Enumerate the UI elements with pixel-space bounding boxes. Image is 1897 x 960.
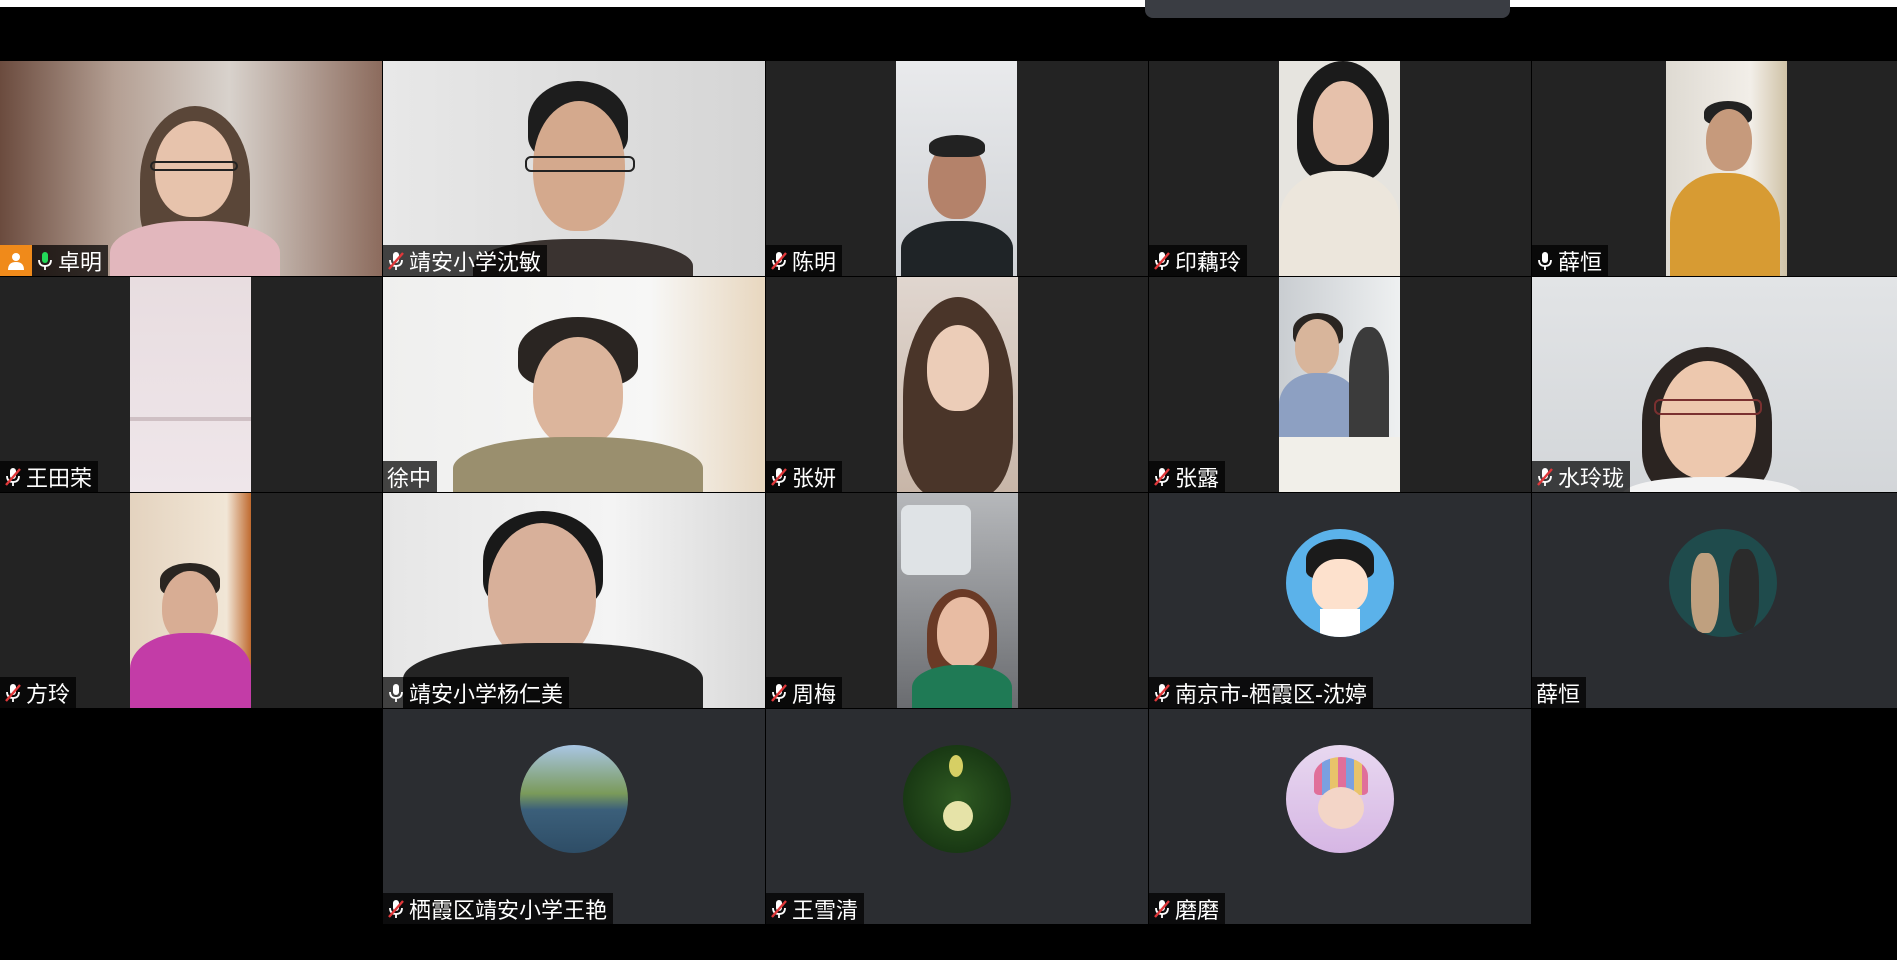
participant-tile-wangtianrong[interactable]: 王田荣 bbox=[0, 277, 382, 492]
mic-muted-icon bbox=[4, 683, 22, 703]
participant-name-tag: 卓明 bbox=[0, 245, 109, 276]
video-feed bbox=[130, 277, 251, 492]
participant-tile-yangrenmei[interactable]: 靖安小学杨仁美 bbox=[383, 493, 765, 708]
participant-name: 卓明 bbox=[58, 250, 103, 276]
participant-name: 张露 bbox=[1175, 466, 1220, 492]
participant-name-tag: 靖安小学沈敏 bbox=[383, 245, 548, 276]
participant-name: 方玲 bbox=[26, 682, 71, 708]
participant-tile-wangyan[interactable]: 栖霞区靖安小学王艳 bbox=[383, 709, 765, 924]
participant-name-tag: 印藕玲 bbox=[1149, 245, 1248, 276]
participant-name: 栖霞区靖安小学王艳 bbox=[409, 898, 608, 924]
participant-name-tag: 磨磨 bbox=[1149, 893, 1226, 924]
mic-muted-icon bbox=[387, 899, 405, 919]
participant-name-tag: 张露 bbox=[1149, 461, 1226, 492]
mic-muted-icon bbox=[770, 899, 788, 919]
host-person-icon bbox=[0, 245, 32, 276]
participant-tile-xueheng-2[interactable]: 薛恒 bbox=[1532, 493, 1897, 708]
mic-icon bbox=[387, 683, 405, 703]
participant-tile-zhoumei[interactable]: 周梅 bbox=[766, 493, 1148, 708]
participant-tile-shenting[interactable]: 南京市-栖霞区-沈婷 bbox=[1149, 493, 1531, 708]
participant-tile-wangxueqing[interactable]: 王雪清 bbox=[766, 709, 1148, 924]
video-feed bbox=[897, 277, 1018, 492]
participant-name: 徐中 bbox=[387, 466, 432, 492]
participant-tile-yinouling[interactable]: 印藕玲 bbox=[1149, 61, 1531, 276]
participant-tile-shenmin[interactable]: 靖安小学沈敏 bbox=[383, 61, 765, 276]
mic-muted-icon bbox=[1153, 467, 1171, 487]
participant-tile-fangling[interactable]: 方玲 bbox=[0, 493, 382, 708]
mic-icon bbox=[1536, 251, 1554, 271]
participant-tile-chenming[interactable]: 陈明 bbox=[766, 61, 1148, 276]
participant-name: 南京市-栖霞区-沈婷 bbox=[1175, 682, 1367, 708]
video-feed bbox=[896, 61, 1017, 276]
video-feed bbox=[1279, 277, 1400, 492]
participant-name-tag: 方玲 bbox=[0, 677, 77, 708]
participant-name: 靖安小学沈敏 bbox=[409, 250, 542, 276]
participant-tile-xueheng[interactable]: 薛恒 bbox=[1532, 61, 1897, 276]
participant-avatar bbox=[1286, 745, 1394, 853]
participant-name-tag: 周梅 bbox=[766, 677, 843, 708]
participant-name: 薛恒 bbox=[1558, 250, 1603, 276]
participant-avatar bbox=[520, 745, 628, 853]
participant-name: 磨磨 bbox=[1175, 898, 1220, 924]
participant-name-tag: 薛恒 bbox=[1532, 245, 1609, 276]
participant-avatar bbox=[1286, 529, 1394, 637]
participant-tile-zhuoming[interactable]: 卓明 bbox=[0, 61, 382, 276]
participant-name: 薛恒 bbox=[1536, 682, 1581, 708]
participant-tile-momo[interactable]: 磨磨 bbox=[1149, 709, 1531, 924]
top-white-bar bbox=[0, 0, 1897, 7]
mic-muted-icon bbox=[1153, 251, 1171, 271]
participant-avatar bbox=[1669, 529, 1777, 637]
participant-tile-shuilinglong[interactable]: 水玲珑 bbox=[1532, 277, 1897, 492]
mic-muted-icon bbox=[770, 251, 788, 271]
video-feed bbox=[1666, 61, 1787, 276]
participant-name: 靖安小学杨仁美 bbox=[409, 682, 564, 708]
mic-muted-icon bbox=[387, 251, 405, 271]
participant-name-tag: 陈明 bbox=[766, 245, 843, 276]
video-feed bbox=[897, 493, 1018, 708]
participant-name: 王田荣 bbox=[26, 466, 93, 492]
participant-tile-zhangyan[interactable]: 张妍 bbox=[766, 277, 1148, 492]
mic-muted-icon bbox=[770, 467, 788, 487]
participant-name: 王雪清 bbox=[792, 898, 859, 924]
participant-name-tag: 靖安小学杨仁美 bbox=[383, 677, 570, 708]
top-toolbar-pill[interactable] bbox=[1145, 0, 1510, 18]
participant-name-tag: 南京市-栖霞区-沈婷 bbox=[1149, 677, 1373, 708]
participant-name: 印藕玲 bbox=[1175, 250, 1242, 276]
mic-icon bbox=[36, 251, 54, 271]
participant-name: 陈明 bbox=[792, 250, 837, 276]
participant-name-tag: 薛恒 bbox=[1532, 677, 1587, 708]
participant-name-tag: 栖霞区靖安小学王艳 bbox=[383, 893, 614, 924]
participant-name: 张妍 bbox=[792, 466, 837, 492]
mic-muted-icon bbox=[1536, 467, 1554, 487]
mic-muted-icon bbox=[770, 683, 788, 703]
participant-tile-xuzhong[interactable]: 徐中 bbox=[383, 277, 765, 492]
participant-name: 周梅 bbox=[792, 682, 837, 708]
video-feed bbox=[130, 493, 251, 708]
mic-muted-icon bbox=[4, 467, 22, 487]
video-feed bbox=[383, 277, 765, 492]
participant-name-tag: 水玲珑 bbox=[1532, 461, 1631, 492]
participant-name: 水玲珑 bbox=[1558, 466, 1625, 492]
participant-name-tag: 王田荣 bbox=[0, 461, 99, 492]
participant-name-tag: 徐中 bbox=[383, 461, 438, 492]
participant-name-tag: 张妍 bbox=[766, 461, 843, 492]
mic-muted-icon bbox=[1153, 899, 1171, 919]
mic-muted-icon bbox=[1153, 683, 1171, 703]
participant-tile-zhanglu[interactable]: 张露 bbox=[1149, 277, 1531, 492]
participant-name-tag: 王雪清 bbox=[766, 893, 865, 924]
video-feed bbox=[1279, 61, 1400, 276]
participant-avatar bbox=[903, 745, 1011, 853]
